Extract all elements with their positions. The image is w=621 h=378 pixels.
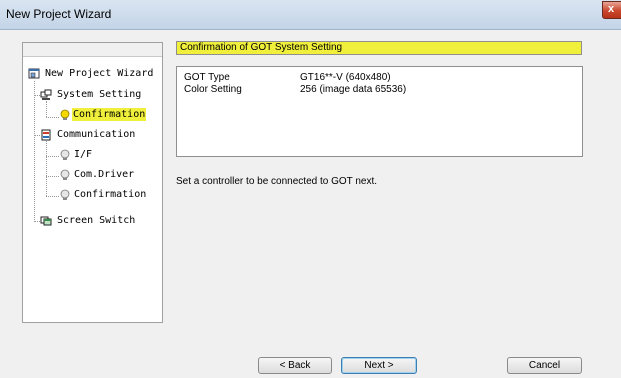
- next-button[interactable]: Next >: [341, 357, 417, 374]
- row-value-got-type: GT16**-V (640x480): [300, 72, 391, 83]
- wizard-tree-panel: New Project Wizard System Setting Confir…: [22, 42, 163, 323]
- tree-connector: [46, 156, 59, 157]
- summary-box: GOT Type GT16**-V (640x480) Color Settin…: [176, 66, 583, 157]
- summary-title: Confirmation of GOT System Setting: [176, 41, 582, 55]
- tree-item-label: Communication: [57, 129, 136, 140]
- system-icon: [40, 89, 52, 100]
- communication-icon: [41, 129, 51, 141]
- close-button[interactable]: x: [602, 1, 621, 19]
- cancel-button[interactable]: Cancel: [507, 357, 582, 374]
- row-value-color-setting: 256 (image data 65536): [300, 84, 407, 95]
- lightbulb-icon: [60, 189, 70, 200]
- row-label-got-type: GOT Type: [184, 72, 230, 83]
- window-title: New Project Wizard: [6, 7, 112, 21]
- tree-item-label: Confirmation: [72, 108, 147, 121]
- row-label-color-setting: Color Setting: [184, 84, 242, 95]
- lightbulb-icon: [60, 109, 70, 120]
- tree-connector: [46, 196, 59, 197]
- back-button[interactable]: < Back: [258, 357, 332, 374]
- tree-header: [23, 43, 162, 57]
- lightbulb-icon: [60, 169, 70, 180]
- project-icon: [28, 68, 40, 79]
- close-icon: x: [608, 3, 615, 15]
- screen-switch-icon: [40, 216, 52, 226]
- tree-item-label: Screen Switch: [57, 215, 136, 226]
- tree-item-label: Com.Driver: [74, 169, 135, 180]
- tree-item-label: I/F: [74, 149, 93, 160]
- tree-item-label: Confirmation: [74, 189, 147, 200]
- tree-connector: [34, 81, 35, 222]
- tree-connector: [46, 141, 47, 196]
- tree-connector: [46, 117, 59, 118]
- tree-item-label: New Project Wizard: [45, 68, 154, 79]
- tree-connector: [46, 176, 59, 177]
- tree-connector: [46, 101, 47, 117]
- tree-item-label: System Setting: [57, 89, 142, 100]
- lightbulb-icon: [60, 149, 70, 160]
- title-bar: New Project Wizard x: [0, 0, 621, 30]
- info-text: Set a controller to be connected to GOT …: [176, 176, 378, 187]
